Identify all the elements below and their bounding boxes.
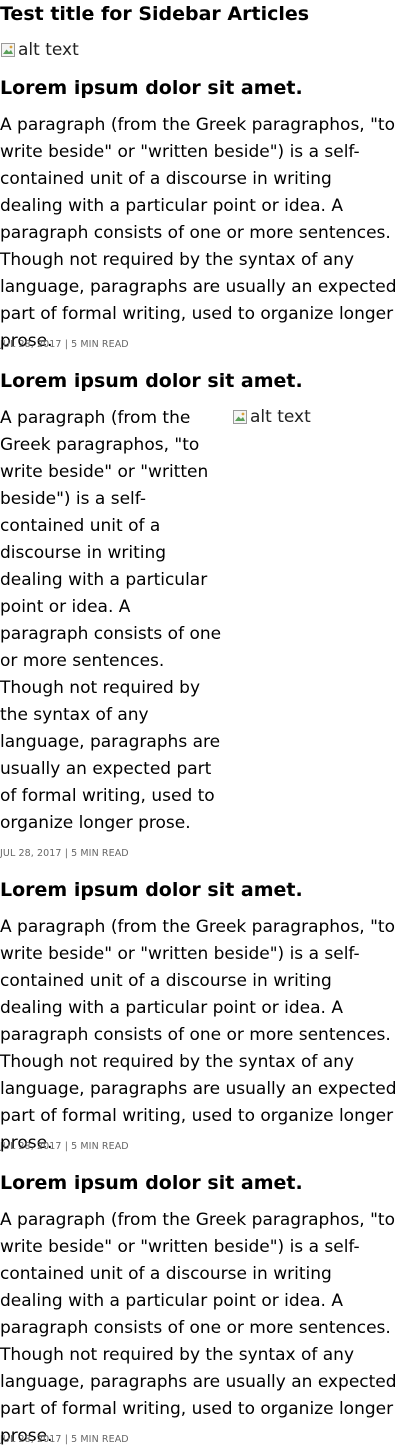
article-body: A paragraph (from the Greek paragraphos,… bbox=[0, 1210, 397, 1446]
sidebar-title: Test title for Sidebar Articles bbox=[0, 3, 310, 25]
article-meta: JUL 28, 2017 | 5 MIN READ bbox=[0, 1434, 129, 1445]
article-image-alt: alt text bbox=[250, 407, 311, 427]
article-title[interactable]: Lorem ipsum dolor sit amet. bbox=[0, 877, 303, 903]
article-title[interactable]: Lorem ipsum dolor sit amet. bbox=[0, 75, 303, 101]
article-body: A paragraph (from the Greek paragraphos,… bbox=[0, 408, 222, 833]
article-title[interactable]: Lorem ipsum dolor sit amet. bbox=[0, 368, 303, 394]
article-meta: JUL 28, 2017 | 5 MIN READ bbox=[0, 1141, 129, 1152]
article-meta: JUL 28, 2017 | 5 MIN READ bbox=[0, 848, 129, 859]
article-meta: JUL 28, 2017 | 5 MIN READ bbox=[0, 339, 129, 350]
article-image: alt text bbox=[232, 406, 311, 428]
article-body: A paragraph (from the Greek paragraphos,… bbox=[0, 115, 397, 351]
top-image: alt text bbox=[0, 39, 79, 61]
article-title[interactable]: Lorem ipsum dolor sit amet. bbox=[0, 1170, 303, 1196]
broken-image-icon bbox=[0, 42, 16, 58]
broken-image-icon bbox=[232, 409, 248, 425]
top-image-alt: alt text bbox=[18, 40, 79, 60]
article-body: A paragraph (from the Greek paragraphos,… bbox=[0, 917, 397, 1153]
